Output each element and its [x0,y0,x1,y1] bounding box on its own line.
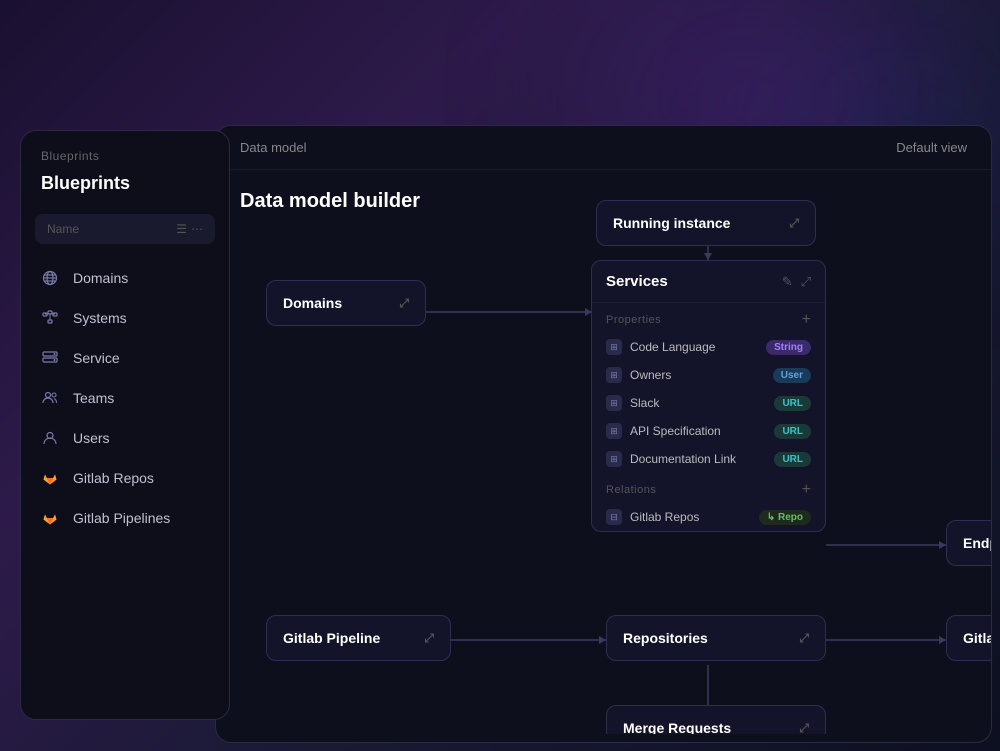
property-code-language: ⊞ Code Language String [592,333,825,361]
prop-badge-owners: User [773,368,811,383]
node-domains-label: Domains [283,295,342,311]
prop-name-owners: Owners [630,368,671,382]
services-card: Services ✎ ⤢ Properties + ⊞ Code Languag… [591,260,826,532]
edit-icon[interactable]: ✎ [782,274,793,290]
node-repositories[interactable]: Repositories ⤢ [606,615,826,661]
main-panel: Data model Default view Data model build… [215,125,992,743]
node-gitlab-pipeline-label: Gitlab Pipeline [283,630,380,646]
sidebar-item-label-gitlab-pipelines: Gitlab Pipelines [73,510,170,526]
prop-name-code-language: Code Language [630,340,715,354]
prop-icon-doc: ⊞ [606,451,622,467]
sidebar-search-icons: ☰ ⋯ [176,222,203,236]
prop-badge-slack: URL [774,396,811,411]
sidebar-item-gitlab-repos[interactable]: Gitlab Repos [21,458,229,498]
node-domains[interactable]: Domains ⤢ [266,280,426,326]
main-panel-header: Data model Default view [216,126,991,170]
prop-name-slack: Slack [630,396,659,410]
add-property-button[interactable]: + [802,311,811,329]
expand-icon-repositories[interactable]: ⤢ [799,631,809,646]
sidebar: Blueprints Blueprints Name ☰ ⋯ Domains [20,130,230,720]
relations-label: Relations [606,484,656,496]
sidebar-title: Blueprints [21,173,229,214]
canvas: Data model builder [216,170,991,734]
expand-icon-merge-requests[interactable]: ⤢ [799,721,809,735]
node-merge-requests-label: Merge Requests [623,720,731,734]
expand-icon-running[interactable]: ⤢ [789,216,799,231]
sidebar-header: Blueprints [21,131,229,173]
sidebar-item-label-users: Users [73,430,110,446]
property-documentation-link: ⊞ Documentation Link URL [592,445,825,473]
more-icon: ⋯ [191,222,203,236]
prop-badge-api: URL [774,424,811,439]
services-header-icons: ✎ ⤢ [782,274,811,290]
sidebar-item-domains[interactable]: Domains [21,258,229,298]
user-icon [41,429,59,447]
sidebar-search-label: Name [47,222,168,236]
node-running-instance[interactable]: Running instance ⤢ [596,200,816,246]
sidebar-item-teams[interactable]: Teams [21,378,229,418]
relation-gitlab-repos: ⊟ Gitlab Repos ↳ Repo [592,503,825,531]
prop-badge-code-language: String [766,340,811,355]
prop-icon-owners: ⊞ [606,367,622,383]
node-gitlab-issues[interactable]: Gitlab Issues ⤢ [946,615,991,661]
prop-name-doc: Documentation Link [630,452,736,466]
sidebar-item-label-systems: Systems [73,310,127,326]
relations-section-label: Relations + [592,473,825,503]
gitlab-icon-pipelines [41,509,59,527]
node-gitlab-pipeline[interactable]: Gitlab Pipeline ⤢ [266,615,451,661]
rel-badge-gitlab-repos: ↳ Repo [759,510,811,525]
rel-icon-gitlab-repos: ⊟ [606,509,622,525]
prop-icon-api: ⊞ [606,423,622,439]
add-relation-button[interactable]: + [802,481,811,499]
sidebar-item-label-service: Service [73,350,120,366]
server-icon [41,349,59,367]
properties-section-label: Properties + [592,303,825,333]
properties-label: Properties [606,314,661,326]
sidebar-item-users[interactable]: Users [21,418,229,458]
users-icon [41,389,59,407]
filter-icon: ☰ [176,222,187,236]
property-slack: ⊞ Slack URL [592,389,825,417]
sidebar-search[interactable]: Name ☰ ⋯ [35,214,215,244]
node-endpoint-label: Endpoint [963,535,991,551]
sidebar-item-service[interactable]: Service [21,338,229,378]
sidebar-item-label-domains: Domains [73,270,128,286]
property-api-specification: ⊞ API Specification URL [592,417,825,445]
main-panel-title: Data model [240,140,306,155]
prop-icon-code-language: ⊞ [606,339,622,355]
sidebar-item-gitlab-pipelines[interactable]: Gitlab Pipelines [21,498,229,538]
rel-name-gitlab-repos: Gitlab Repos [630,510,699,524]
sidebar-item-label-teams: Teams [73,390,114,406]
sidebar-item-systems[interactable]: Systems [21,298,229,338]
node-running-label: Running instance [613,215,730,231]
expand-icon-services[interactable]: ⤢ [801,274,811,290]
globe-icon [41,269,59,287]
expand-icon-gitlab-pipeline[interactable]: ⤢ [424,631,434,646]
property-owners: ⊞ Owners User [592,361,825,389]
prop-name-api: API Specification [630,424,721,438]
services-title: Services [606,273,668,290]
sidebar-item-label-gitlab-repos: Gitlab Repos [73,470,154,486]
prop-badge-doc: URL [774,452,811,467]
node-merge-requests[interactable]: Merge Requests ⤢ [606,705,826,734]
services-card-header: Services ✎ ⤢ [592,261,825,303]
network-icon [41,309,59,327]
expand-icon-domains[interactable]: ⤢ [399,296,409,311]
node-endpoint[interactable]: Endpoint ⤢ [946,520,991,566]
node-repositories-label: Repositories [623,630,708,646]
node-gitlab-issues-label: Gitlab Issues [963,630,991,646]
main-panel-view: Default view [896,140,967,155]
prop-icon-slack: ⊞ [606,395,622,411]
gitlab-icon-repos [41,469,59,487]
